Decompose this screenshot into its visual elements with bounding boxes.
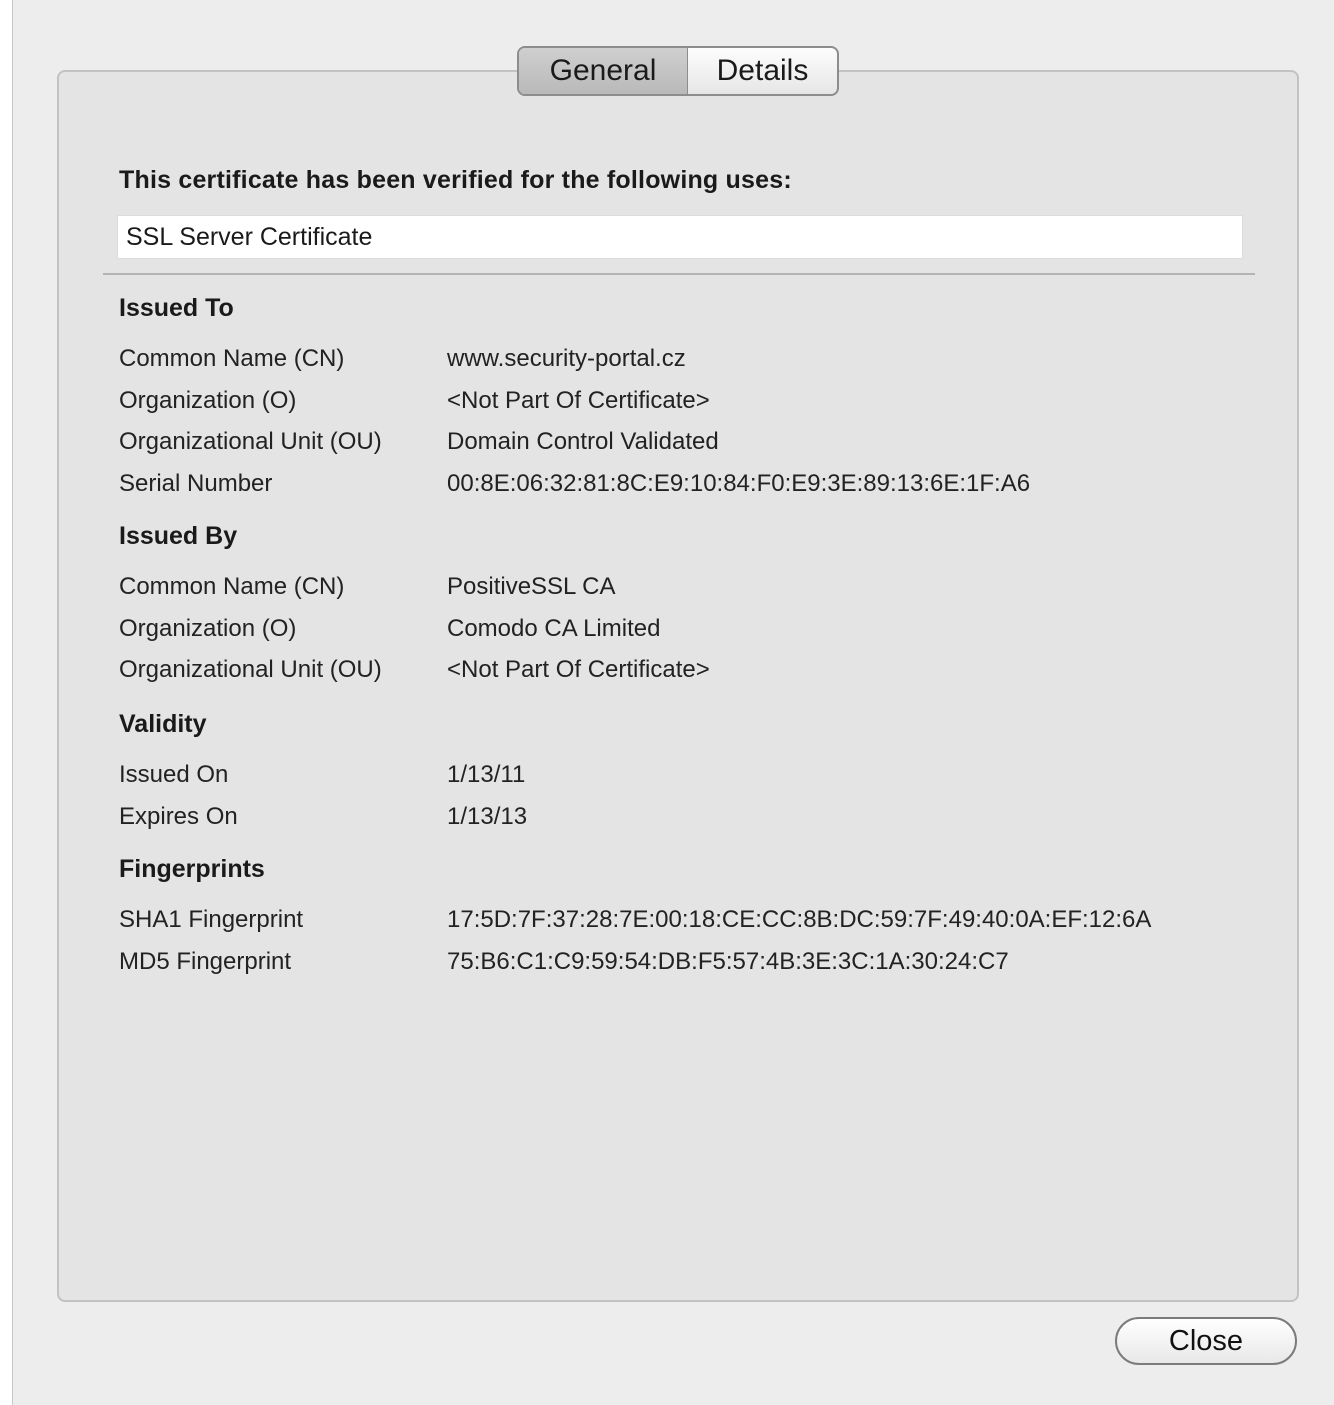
divider <box>103 273 1255 275</box>
row-issued-to-ou: Organizational Unit (OU) Domain Control … <box>119 425 719 459</box>
row-issued-by-cn: Common Name (CN) PositiveSSL CA <box>119 570 616 604</box>
row-issued-on: Issued On 1/13/11 <box>119 758 525 792</box>
row-issued-by-ou: Organizational Unit (OU) <Not Part Of Ce… <box>119 653 710 687</box>
row-md5: MD5 Fingerprint 75:B6:C1:C9:59:54:DB:F5:… <box>119 945 1009 979</box>
field-value: 17:5D:7F:37:28:7E:00:18:CE:CC:8B:DC:59:7… <box>447 906 1152 933</box>
tab-general[interactable]: General <box>519 48 688 94</box>
field-value: 75:B6:C1:C9:59:54:DB:F5:57:4B:3E:3C:1A:3… <box>447 948 1009 975</box>
tab-bar: General Details <box>517 46 839 96</box>
field-label: Organizational Unit (OU) <box>119 656 382 683</box>
field-value: <Not Part Of Certificate> <box>447 387 710 414</box>
row-issued-to-serial: Serial Number 00:8E:06:32:81:8C:E9:10:84… <box>119 467 1030 501</box>
field-label: SHA1 Fingerprint <box>119 906 304 933</box>
field-value: Comodo CA Limited <box>447 615 661 642</box>
field-label: Serial Number <box>119 470 273 497</box>
certificate-window: General Details This certificate has bee… <box>12 0 1334 1405</box>
row-issued-to-org: Organization (O) <Not Part Of Certificat… <box>119 384 710 418</box>
section-title-validity: Validity <box>119 710 207 738</box>
field-label: MD5 Fingerprint <box>119 948 292 975</box>
tab-details[interactable]: Details <box>688 48 837 94</box>
field-value: <Not Part Of Certificate> <box>447 656 710 683</box>
field-label: Common Name (CN) <box>119 345 345 372</box>
field-label: Organization (O) <box>119 615 297 642</box>
field-value: PositiveSSL CA <box>447 573 616 600</box>
general-panel: This certificate has been verified for t… <box>57 70 1299 1302</box>
field-value: 1/13/11 <box>447 761 526 788</box>
row-sha1: SHA1 Fingerprint 17:5D:7F:37:28:7E:00:18… <box>119 903 1151 937</box>
field-label: Common Name (CN) <box>119 573 345 600</box>
row-issued-to-cn: Common Name (CN) www.security-portal.cz <box>119 342 686 376</box>
field-value: www.security-portal.cz <box>447 345 686 372</box>
row-expires-on: Expires On 1/13/13 <box>119 800 527 834</box>
field-label: Issued On <box>119 761 229 788</box>
verified-uses-field: SSL Server Certificate <box>117 215 1243 259</box>
general-content: This certificate has been verified for t… <box>59 72 1297 1300</box>
field-value: 1/13/13 <box>447 803 528 830</box>
verified-uses-heading: This certificate has been verified for t… <box>119 166 792 194</box>
field-value: 00:8E:06:32:81:8C:E9:10:84:F0:E9:3E:89:1… <box>447 470 1031 497</box>
row-issued-by-org: Organization (O) Comodo CA Limited <box>119 612 660 646</box>
field-label: Expires On <box>119 803 238 830</box>
section-title-fingerprints: Fingerprints <box>119 855 265 883</box>
field-value: Domain Control Validated <box>447 428 719 455</box>
field-label: Organization (O) <box>119 387 297 414</box>
section-title-issued-to: Issued To <box>119 294 234 322</box>
close-button[interactable]: Close <box>1115 1317 1297 1365</box>
section-title-issued-by: Issued By <box>119 522 238 550</box>
field-label: Organizational Unit (OU) <box>119 428 382 455</box>
